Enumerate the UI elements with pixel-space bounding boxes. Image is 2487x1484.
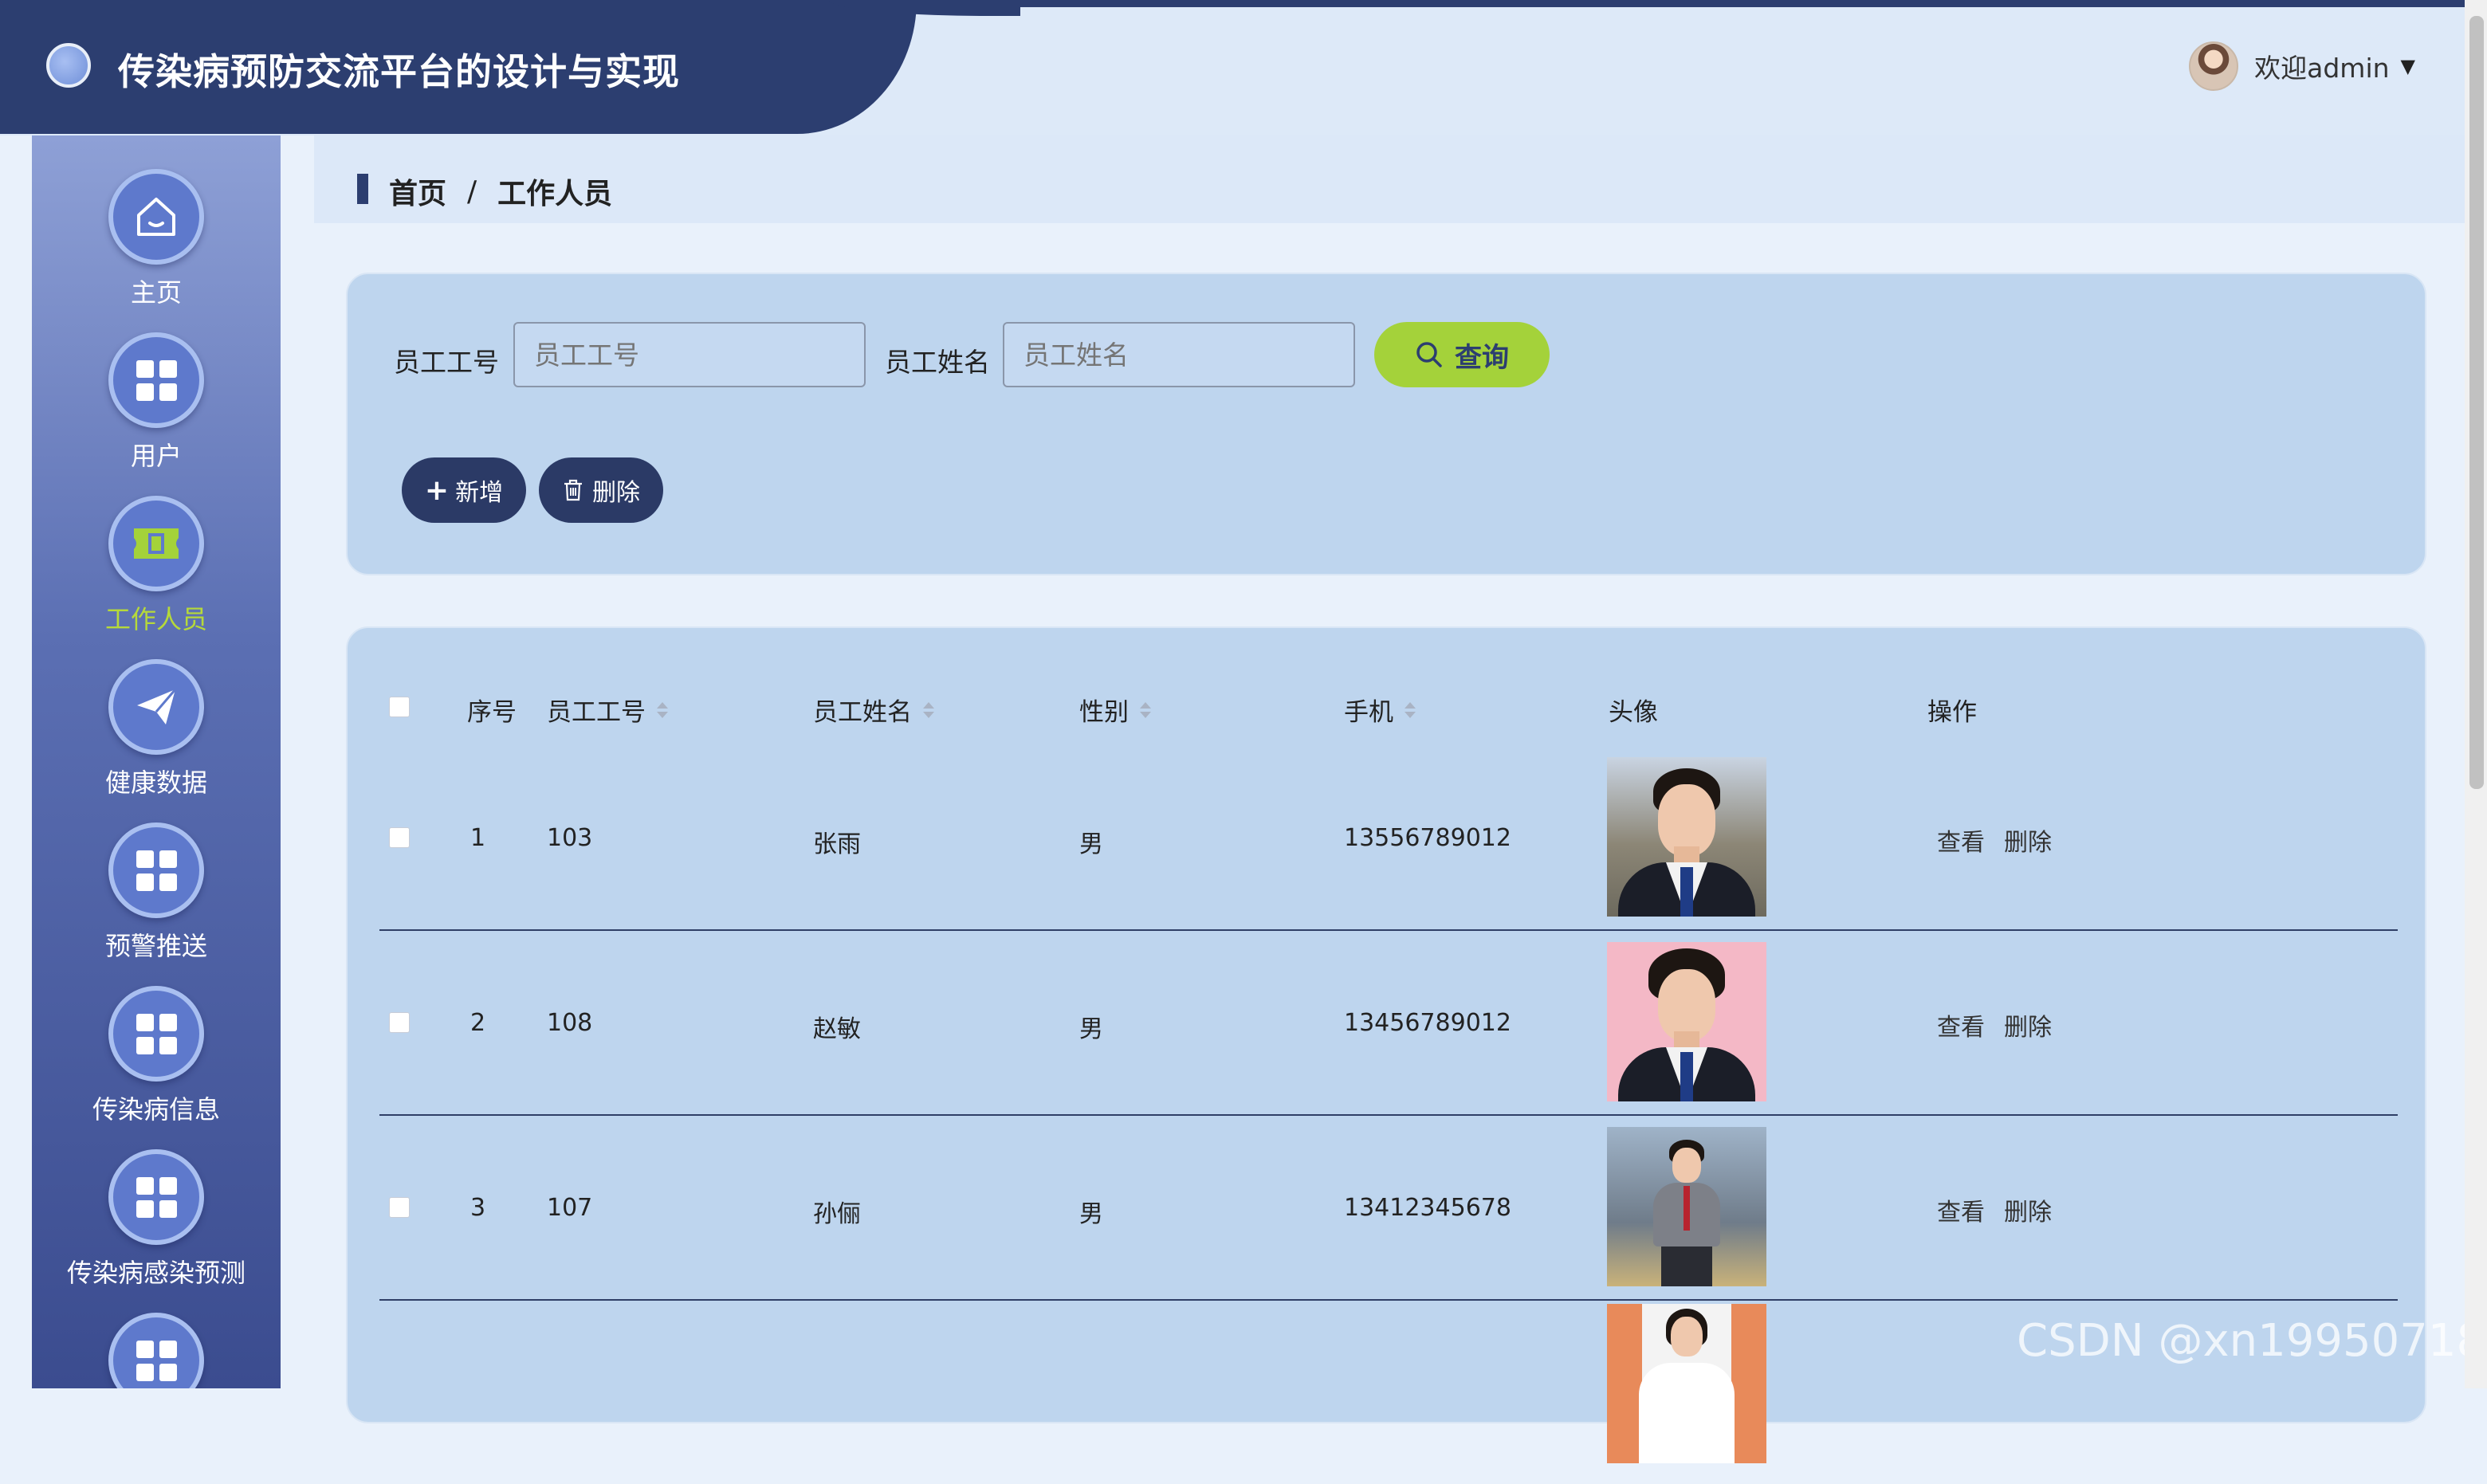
breadcrumb-separator: / [467, 175, 477, 208]
row-checkbox[interactable] [389, 1012, 410, 1033]
column-header-phone[interactable]: 手机 [1344, 692, 1416, 728]
grid-icon [108, 822, 204, 918]
app-title: 传染病预防交流平台的设计与实现 [118, 50, 680, 93]
search-icon [1416, 342, 1442, 367]
sidebar-item-label: 预警推送 [104, 931, 207, 961]
staff-avatar-photo[interactable] [1607, 942, 1766, 1101]
employee-name-label: 员工姓名 [885, 347, 990, 378]
breadcrumb-marker [357, 174, 368, 204]
sidebar-item-disease-info[interactable]: 传染病信息 [32, 986, 281, 1145]
watermark: CSDN @xn19950718 [2017, 1315, 2485, 1367]
staff-avatar-photo[interactable] [1607, 1304, 1766, 1463]
cell-phone: 13456789012 [1344, 1009, 1511, 1037]
table-row: 1 103 张雨 男 13556789012 查看 删除 [379, 746, 2398, 931]
sidebar-item-staff[interactable]: 工作人员 [32, 496, 281, 655]
column-header-index: 序号 [467, 698, 517, 727]
grid-icon [108, 986, 204, 1082]
cell-index: 1 [470, 824, 486, 852]
brand-area: 传染病预防交流平台的设计与实现 [0, 0, 917, 134]
delete-button[interactable]: 删除 [539, 457, 663, 523]
send-icon [108, 659, 204, 755]
plus-icon: + [424, 473, 450, 507]
cell-name: 张雨 [813, 830, 861, 858]
caret-down-icon[interactable]: ▼ [2401, 55, 2415, 77]
sidebar-item-users[interactable]: 用户 [32, 332, 281, 492]
cell-gender: 男 [1079, 830, 1103, 858]
ticket-icon [108, 496, 204, 591]
cell-employee-no: 107 [547, 1194, 593, 1222]
view-link[interactable]: 查看 [1937, 1007, 1985, 1042]
sidebar-item-more[interactable] [32, 1313, 281, 1388]
sidebar-item-label: 用户 [130, 441, 182, 471]
sidebar-item-alerts[interactable]: 预警推送 [32, 822, 281, 982]
grid-icon [108, 332, 204, 428]
sidebar-item-label: 健康数据 [104, 768, 207, 798]
staff-avatar-photo[interactable] [1607, 757, 1766, 917]
column-header-employee-no[interactable]: 员工工号 [547, 692, 668, 728]
sidebar-item-label: 主页 [130, 277, 182, 308]
table-panel: 序号 员工工号 员工姓名 性别 手机 头像 操作 1 103 张雨 男 1355… [346, 626, 2426, 1463]
sidebar-item-label: 传染病感染预测 [66, 1258, 246, 1288]
sort-icon[interactable] [1140, 701, 1151, 720]
grid-icon [108, 1313, 204, 1388]
cell-name: 孙俪 [813, 1200, 861, 1228]
sidebar-item-health-data[interactable]: 健康数据 [32, 659, 281, 819]
logo-icon [46, 43, 91, 88]
table-row: 2 108 赵敏 男 13456789012 查看 删除 [379, 931, 2398, 1116]
column-header-avatar: 头像 [1609, 698, 1658, 727]
delete-button-label: 删除 [592, 479, 640, 507]
breadcrumb-home[interactable]: 首页 [389, 171, 446, 212]
scrollbar-thumb[interactable] [2469, 16, 2484, 789]
sidebar-item-label: 传染病信息 [92, 1094, 220, 1125]
cell-employee-no: 103 [547, 824, 593, 852]
add-button-label: 新增 [455, 479, 504, 507]
column-header-actions: 操作 [1927, 698, 1977, 727]
sort-icon[interactable] [923, 701, 934, 720]
query-button[interactable]: 查询 [1374, 322, 1550, 387]
trash-icon [564, 479, 582, 501]
user-greeting[interactable]: 欢迎admin [2254, 47, 2389, 85]
cell-phone: 13556789012 [1344, 824, 1511, 852]
delete-link[interactable]: 删除 [2004, 1192, 2052, 1227]
home-icon [108, 169, 204, 265]
select-all-checkbox[interactable] [389, 697, 410, 717]
query-button-label: 查询 [1455, 341, 1509, 374]
sort-icon[interactable] [1405, 701, 1416, 720]
cell-gender: 男 [1079, 1200, 1103, 1228]
delete-link[interactable]: 删除 [2004, 822, 2052, 858]
top-header: 传染病预防交流平台的设计与实现 欢迎admin ▼ [0, 0, 2487, 135]
cell-index: 3 [470, 1194, 486, 1222]
row-checkbox[interactable] [389, 1197, 410, 1218]
staff-avatar-photo[interactable] [1607, 1127, 1766, 1286]
cell-index: 2 [470, 1009, 486, 1037]
grid-icon [108, 1149, 204, 1245]
add-button[interactable]: + 新增 [402, 457, 526, 523]
sidebar-item-infection-prediction[interactable]: 传染病感染预测 [32, 1149, 281, 1309]
employee-name-input[interactable] [1003, 322, 1355, 387]
search-panel: 员工工号 员工姓名 查询 + 新增 删除 [346, 273, 2426, 575]
sidebar-item-label: 工作人员 [104, 604, 207, 634]
table-row: 3 107 孙俪 男 13412345678 查看 删除 [379, 1116, 2398, 1301]
sidebar: 主页 用户 工作人员 健康数据 预警推送 传染病信息 传染病感染预测 [32, 135, 281, 1388]
cell-phone: 13412345678 [1344, 1194, 1511, 1222]
column-header-gender[interactable]: 性别 [1079, 692, 1151, 728]
user-menu[interactable]: 欢迎admin ▼ [2189, 41, 2415, 91]
breadcrumb-current: 工作人员 [497, 178, 613, 210]
employee-no-input[interactable] [513, 322, 866, 387]
employee-no-label: 员工工号 [394, 347, 499, 378]
row-checkbox[interactable] [389, 827, 410, 848]
delete-link[interactable]: 删除 [2004, 1007, 2052, 1042]
cell-employee-no: 108 [547, 1009, 593, 1037]
cell-gender: 男 [1079, 1015, 1103, 1043]
avatar[interactable] [2189, 41, 2239, 91]
sort-icon[interactable] [657, 701, 668, 720]
sidebar-item-home[interactable]: 主页 [32, 169, 281, 328]
view-link[interactable]: 查看 [1937, 822, 1985, 858]
breadcrumb: 首页 / 工作人员 [314, 135, 2466, 223]
view-link[interactable]: 查看 [1937, 1192, 1985, 1227]
column-header-name[interactable]: 员工姓名 [813, 692, 934, 728]
cell-name: 赵敏 [813, 1015, 861, 1043]
